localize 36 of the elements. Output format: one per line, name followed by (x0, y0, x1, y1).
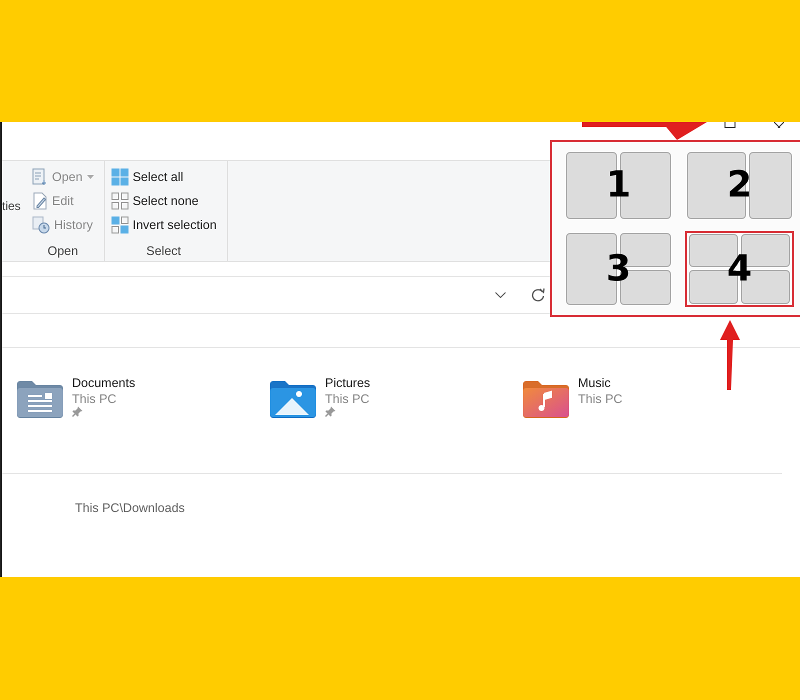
document-icon (32, 168, 48, 186)
select-all-icon (110, 168, 129, 186)
layout-number: 2 (726, 164, 752, 206)
folder-location: This PC (72, 392, 116, 406)
documents-folder-icon[interactable] (16, 380, 64, 418)
history-icon (32, 216, 50, 234)
layout-number: 4 (726, 248, 752, 290)
maximize-icon[interactable] (724, 122, 736, 128)
chevron-down-icon[interactable] (495, 292, 506, 298)
close-icon[interactable] (774, 122, 784, 128)
snap-layout[interactable]: 4 (685, 230, 794, 307)
refresh-icon[interactable] (531, 288, 545, 302)
group-label: Select (145, 244, 182, 260)
arrow (720, 320, 740, 390)
music-folder-icon[interactable] (522, 380, 570, 418)
layout-number: 1 (606, 164, 632, 206)
ribbon-label[interactable]: ties (2, 199, 21, 213)
ribbon-button[interactable]: Invert selection (108, 214, 219, 236)
folder-location: This PC (325, 392, 370, 406)
invert-selection-icon (110, 216, 129, 234)
group-label: Open (46, 244, 80, 260)
snap-layout[interactable]: 3 (564, 230, 673, 307)
file-location: This PC\Downloads (75, 501, 185, 515)
snap-layout[interactable]: 2 (685, 150, 794, 220)
pictures-folder-icon[interactable] (269, 380, 317, 418)
folder-name[interactable]: Music (578, 376, 611, 390)
layout-number: 3 (606, 248, 632, 290)
ribbon-button[interactable]: Select none (108, 190, 219, 212)
folder-name[interactable]: Pictures (325, 376, 370, 390)
folder-location: This PC (578, 392, 622, 406)
folder-name[interactable]: Documents (72, 376, 136, 390)
ribbon-button[interactable]: Select all (108, 166, 219, 188)
snap-layout[interactable]: 1 (564, 150, 673, 220)
caret-icon (86, 175, 94, 179)
pencil-document-icon (32, 192, 48, 210)
select-none-icon (110, 192, 129, 210)
